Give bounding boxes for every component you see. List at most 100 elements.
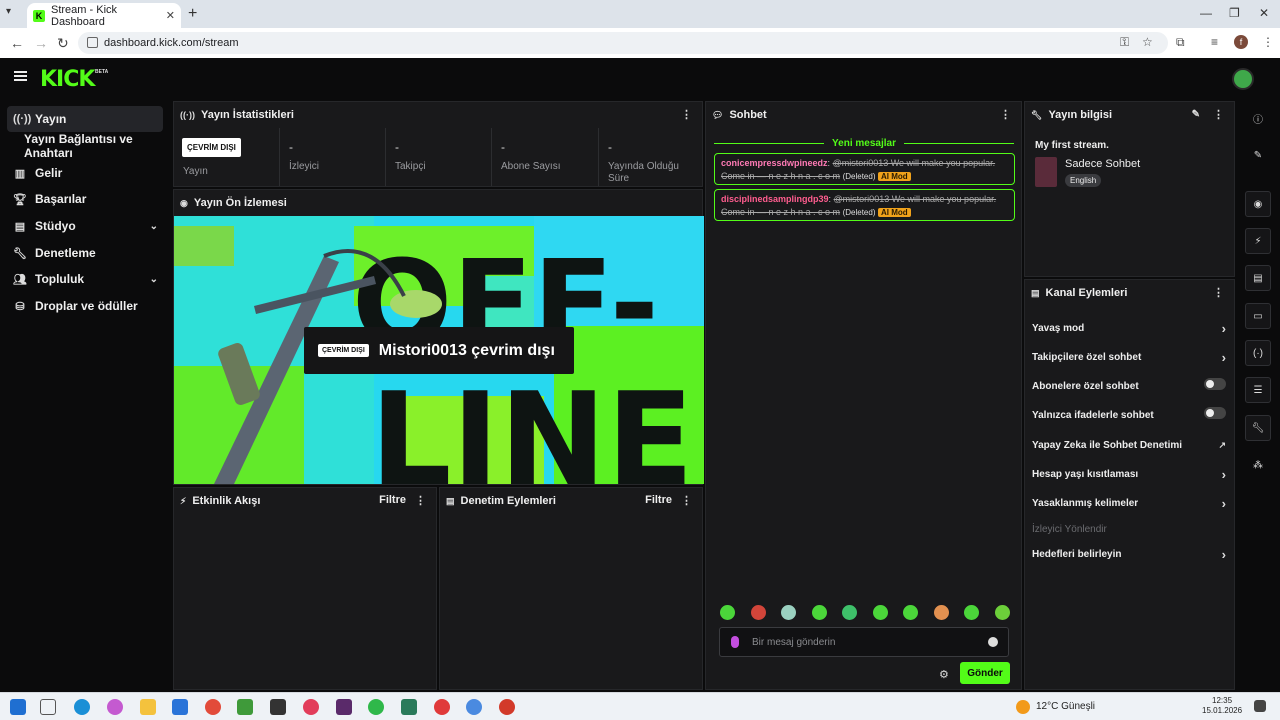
menu-icon[interactable] [14, 71, 27, 81]
ai-mod-badge: AI Mod [878, 208, 911, 217]
emoji-icon[interactable] [988, 637, 998, 647]
action-set-goals[interactable]: Hedefleri belirleyin › [1032, 547, 1230, 562]
emote-only-toggle[interactable] [1204, 407, 1226, 419]
sidebar-item-studio[interactable]: ▤ Stüdyo ⌄ [7, 213, 163, 239]
more-options-icon[interactable]: ⋮ [1000, 108, 1011, 121]
profile-avatar[interactable]: f [1234, 35, 1248, 49]
more-options-icon[interactable]: ⋮ [1213, 108, 1224, 121]
emote-icon[interactable] [872, 605, 888, 620]
emote-icon[interactable] [842, 605, 858, 620]
browser-tab[interactable]: K Stream - Kick Dashboard ✕ [27, 3, 181, 28]
task-view-icon[interactable] [40, 699, 56, 715]
weather-icon[interactable] [1016, 700, 1030, 714]
wrench-icon[interactable]: 🔧︎ [1245, 415, 1271, 441]
emote-icon[interactable] [994, 605, 1010, 620]
sidebar-item-revenue[interactable]: ▥ Gelir [7, 160, 163, 186]
app-icon[interactable] [434, 699, 450, 715]
app-icon[interactable] [499, 699, 515, 715]
copilot-icon[interactable] [107, 699, 123, 715]
filter-button[interactable]: Filtre [379, 494, 406, 506]
browser-menu-icon[interactable]: ⋮ [1262, 35, 1274, 49]
app-icon[interactable] [336, 699, 352, 715]
more-options-icon[interactable]: ⋮ [681, 108, 692, 121]
action-host-viewers[interactable]: İzleyici Yönlendir [1032, 524, 1230, 535]
app-icon[interactable] [270, 699, 286, 715]
broadcast-icon[interactable]: (·) [1245, 340, 1271, 366]
whatsapp-icon[interactable] [368, 699, 384, 715]
lightning-icon[interactable]: ⚡︎ [1245, 228, 1271, 254]
app-icon[interactable] [303, 699, 319, 715]
chat-username[interactable]: conicempressdwpineedz [721, 158, 828, 168]
emote-icon[interactable] [781, 605, 797, 620]
action-banned-words[interactable]: Yasaklanmış kelimeler › [1032, 496, 1230, 511]
action-ai-moderation[interactable]: Yapay Zeka ile Sohbet Denetimi ↗ [1032, 440, 1230, 451]
emote-icon[interactable] [964, 605, 980, 620]
reading-list-icon[interactable]: ≡ [1211, 35, 1218, 49]
action-slow-mode[interactable]: Yavaş mod › [1032, 321, 1230, 336]
notification-icon[interactable] [1254, 700, 1266, 712]
forward-icon[interactable]: → [34, 35, 48, 51]
reload-icon[interactable]: ↻ [57, 35, 69, 52]
add-widget-icon[interactable]: ⁂ [1245, 452, 1271, 478]
site-info-icon[interactable] [87, 37, 98, 48]
emote-icon[interactable] [933, 605, 949, 620]
windows-start-icon[interactable] [10, 699, 26, 715]
url-input[interactable]: dashboard.kick.com/stream [78, 32, 1168, 54]
emote-icon[interactable] [720, 605, 735, 620]
more-options-icon[interactable]: ⋮ [415, 494, 426, 507]
emote-icon[interactable] [903, 605, 919, 620]
chat-bubble-icon[interactable]: ▭ [1245, 303, 1271, 329]
edit-pencil-icon[interactable]: ✎ [1245, 142, 1271, 168]
chat-message[interactable]: disciplinedsamplingdp39: @mistori0013 We… [714, 189, 1015, 221]
minecraft-icon[interactable] [237, 699, 253, 715]
chat-input[interactable]: Bir mesaj gönderin [719, 627, 1009, 657]
chevron-down-icon: ⌄ [149, 220, 158, 232]
info-icon[interactable]: ⓘ [1245, 105, 1271, 131]
edit-pencil-icon[interactable]: ✎ [1192, 109, 1200, 120]
tab-search-icon[interactable]: ▾ [6, 6, 11, 17]
sidebar-item-stream-key[interactable]: Yayın Bağlantısı ve Anahtarı [18, 132, 172, 160]
chat-username[interactable]: disciplinedsamplingdp39 [721, 194, 829, 204]
chart-icon: ▥ [14, 167, 26, 180]
sidebar-item-community[interactable]: 👥︎ Topluluk ⌄ [7, 266, 163, 292]
kick-logo[interactable]: KICK [40, 67, 95, 92]
store-icon[interactable] [172, 699, 188, 715]
user-avatar[interactable] [1232, 68, 1254, 90]
sidebar-item-achievements[interactable]: 🏆︎ Başarılar [7, 186, 163, 212]
close-window-icon[interactable]: ✕ [1259, 6, 1269, 20]
edge-icon[interactable] [74, 699, 90, 715]
chrome-active-icon[interactable] [466, 699, 482, 715]
preview-toggle-icon[interactable]: ◉ [1245, 191, 1271, 217]
app-icon[interactable] [401, 699, 417, 715]
extensions-icon[interactable]: ⧉ [1176, 35, 1185, 50]
more-options-icon[interactable]: ⋮ [681, 494, 692, 507]
clock[interactable]: 12:35 15.01.2026 [1202, 696, 1242, 716]
restore-icon[interactable]: ❐ [1229, 6, 1240, 20]
microphone-icon[interactable] [731, 636, 739, 648]
subscribers-only-toggle[interactable] [1204, 378, 1226, 390]
sidebar-item-moderation[interactable]: 🔧︎ Denetleme [7, 240, 163, 266]
weather-text[interactable]: 12°C Güneşli [1036, 701, 1095, 712]
bookmark-star-icon[interactable]: ☆ [1142, 35, 1153, 49]
password-key-icon[interactable]: ⚿ [1120, 35, 1129, 50]
minimize-icon[interactable]: — [1200, 6, 1212, 20]
more-options-icon[interactable]: ⋮ [1213, 286, 1224, 299]
filter-button[interactable]: Filtre [645, 494, 672, 506]
chat-message[interactable]: conicempressdwpineedz: @mistori0013 We w… [714, 153, 1015, 185]
new-tab-icon[interactable]: + [188, 5, 197, 23]
chat-settings-gear-icon[interactable]: ⚙ [939, 668, 949, 681]
file-explorer-icon[interactable] [140, 699, 156, 715]
emote-icon[interactable] [750, 605, 766, 620]
send-button[interactable]: Gönder [960, 662, 1010, 684]
action-followers-only[interactable]: Takipçilere özel sohbet › [1032, 350, 1230, 365]
clipboard-icon[interactable]: ▤ [1245, 265, 1271, 291]
sidebar-item-stream[interactable]: ((·)) Yayın [7, 106, 163, 132]
emote-icon[interactable] [811, 605, 827, 620]
close-tab-icon[interactable]: ✕ [166, 9, 175, 22]
action-account-age[interactable]: Hesap yaşı kısıtlaması › [1032, 467, 1230, 482]
actions-icon[interactable]: ☰ [1245, 377, 1271, 403]
category-name[interactable]: Sadece Sohbet [1065, 158, 1140, 170]
sidebar-item-drops[interactable]: ⛁ Droplar ve ödüller [7, 293, 163, 319]
chrome-icon[interactable] [205, 699, 221, 715]
back-icon[interactable]: ← [10, 35, 24, 51]
